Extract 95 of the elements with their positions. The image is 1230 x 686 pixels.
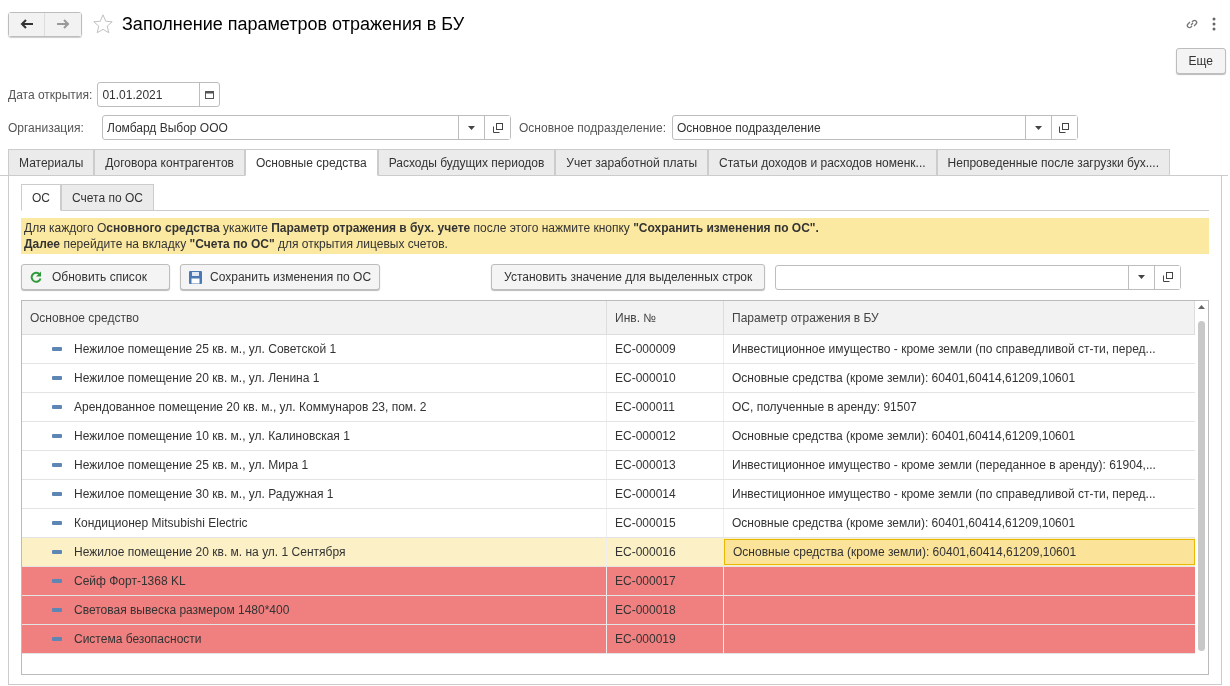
info-text: Для каждого Основного средства укажите Параметр отражения в бух. учете после этого нажмите кнопку "Сохранить изменения по ОС".	[24, 220, 820, 236]
item-icon	[52, 434, 62, 438]
column-header[interactable]: Инв. №	[607, 301, 724, 334]
table-row[interactable]: Арендованное помещение 20 кв. м., ул. Коммунаров 23, пом. 2 ЕС-000011 ОС, полученные в аренду: 91507	[22, 393, 1195, 422]
table-cell-text: Кондиционер Mitsubishi Electric	[74, 515, 248, 532]
left-arrow-icon	[19, 19, 34, 29]
caret-icon	[1035, 125, 1042, 130]
table-cell-text: Инвестиционное имущество - кроме земли (по справедливой ст-ти, перед...	[731, 341, 1157, 358]
open-window-icon	[1059, 122, 1070, 133]
item-icon	[52, 579, 62, 583]
tab[interactable]: ОС	[21, 184, 61, 211]
table-row[interactable]: Система безопасности ЕС-000019	[22, 625, 1195, 654]
table-cell-text: Световая вывеска размером 1480*400	[74, 602, 290, 619]
item-icon	[52, 521, 62, 525]
open-button[interactable]	[1154, 265, 1181, 289]
table-cell-text: ЕС-000019	[615, 631, 676, 648]
tab[interactable]: Расходы будущих периодов	[377, 149, 556, 176]
table-row[interactable]: Нежилое помещение 20 кв. м., ул. Ленина 1 ЕС-000010 Основные средства (кроме земли): 60401,60414,61209,10601	[22, 364, 1195, 393]
open-button[interactable]	[484, 116, 510, 139]
table-row[interactable]: Нежилое помещение 25 кв. м., ул. Советской 1 ЕС-000009 Инвестиционное имущество - кроме земли (по справедливой ст-ти, перед...	[22, 335, 1195, 364]
caret-icon	[468, 125, 475, 130]
field-label: Дата открытия:	[8, 86, 93, 104]
more-button[interactable]: Еще	[1175, 48, 1226, 74]
table-cell-text: Нежилое помещение 20 кв. м. на ул. 1 Сентября	[74, 544, 346, 561]
table-cell-text: Нежилое помещение 10 кв. м., ул. Калиновская 1	[74, 428, 350, 445]
table-cell-text: Инвестиционное имущество - кроме земли (переданное в аренду): 61904,...	[731, 457, 1157, 474]
item-icon	[52, 550, 62, 554]
back-button[interactable]	[9, 12, 45, 36]
table-cell-text: Нежилое помещение 20 кв. м., ул. Ленина 1	[74, 370, 320, 387]
table-cell-text: ЕС-000016	[615, 544, 676, 561]
right-arrow-icon	[56, 19, 70, 29]
set-value-button[interactable]: Установить значение для выделенных строк	[491, 264, 766, 290]
calendar-icon	[205, 90, 215, 99]
item-icon	[52, 405, 62, 409]
table-cell-text: Основные средства (кроме земли): 60401,60414,61209,10601	[731, 370, 1077, 387]
table-row[interactable]: Нежилое помещение 20 кв. м. на ул. 1 Сентября ЕС-000016 Основные средства (кроме земли): 60401,60414,61209,10601	[22, 538, 1195, 567]
organization-field[interactable]: Ломбард Выбор ООО	[102, 115, 511, 140]
field-label: Организация:	[8, 119, 85, 137]
table-cell-text: ЕС-000014	[615, 486, 676, 503]
table-row[interactable]: Сейф Форт-1368 KL ЕС-000017	[22, 567, 1195, 596]
table-row[interactable]: Кондиционер Mitsubishi Electric ЕС-000015 Основные средства (кроме земли): 60401,60414,61209,10601	[22, 509, 1195, 538]
open-window-icon	[492, 122, 503, 133]
table-cell-text: ЕС-000017	[615, 573, 676, 590]
item-icon	[52, 376, 62, 380]
open-window-icon	[1162, 272, 1173, 282]
date-field[interactable]: 01.01.2021	[97, 82, 221, 107]
scroll-up-icon	[1198, 305, 1205, 309]
tab[interactable]: Основные средства	[244, 149, 378, 176]
scroll-thumb[interactable]	[1198, 321, 1205, 651]
item-icon	[52, 492, 62, 496]
tab[interactable]: Материалы	[8, 149, 95, 176]
table-cell-text: ЕС-000009	[615, 341, 676, 358]
table-cell-text: ЕС-000013	[615, 457, 676, 474]
tab[interactable]: Договора контрагентов	[94, 149, 245, 176]
table-cell-text: Нежилое помещение 30 кв. м., ул. Радужная 1	[74, 486, 334, 503]
item-icon	[52, 463, 62, 467]
table-cell-text: ЕС-000015	[615, 515, 676, 532]
item-icon	[52, 347, 62, 351]
table-cell[interactable]: Основные средства (кроме земли): 60401,60414,61209,10601	[724, 539, 1195, 565]
tab[interactable]: Счета по ОС	[61, 184, 154, 211]
table-cell-text: ЕС-000018	[615, 602, 676, 619]
table-cell-text: ЕС-000012	[615, 428, 676, 445]
item-icon	[52, 637, 62, 641]
table-cell-text: Нежилое помещение 25 кв. м., ул. Мира 1	[74, 457, 309, 474]
table-cell-text: Основные средства (кроме земли): 60401,60414,61209,10601	[731, 515, 1077, 532]
table-cell-text: Система безопасности	[74, 631, 202, 648]
refresh-button[interactable]: Обновить список	[21, 264, 170, 290]
table-row[interactable]: Нежилое помещение 10 кв. м., ул. Калиновская 1 ЕС-000012 Основные средства (кроме земли): 60401,60414,61209,10601	[22, 422, 1195, 451]
table-row[interactable]: Световая вывеска размером 1480*400 ЕС-000018	[22, 596, 1195, 625]
star-icon[interactable]	[92, 13, 114, 35]
save-button[interactable]: Сохранить изменения по ОС	[180, 264, 381, 290]
tab[interactable]: Учет заработной платы	[555, 149, 708, 176]
table-cell-text: ОС, полученные в аренду: 91507	[731, 399, 918, 416]
table-cell-text: ЕС-000011	[615, 399, 675, 416]
info-text: Далее перейдите на вкладку "Счета по ОС" для открытия лицевых счетов.	[24, 236, 449, 252]
table-cell-text: Сейф Форт-1368 KL	[74, 573, 186, 590]
table-row[interactable]: Нежилое помещение 30 кв. м., ул. Радужная 1 ЕС-000014 Инвестиционное имущество - кроме земли (по справедливой ст-ти, перед...	[22, 480, 1195, 509]
tab[interactable]: Непроведенные после загрузки бух....	[936, 149, 1170, 176]
table-row[interactable]: Нежилое помещение 25 кв. м., ул. Мира 1 ЕС-000013 Инвестиционное имущество - кроме земли (переданное в аренду): 61904,...	[22, 451, 1195, 480]
division-field[interactable]: Основное подразделение	[672, 115, 1078, 140]
table-cell-text: Основные средства (кроме земли): 60401,60414,61209,10601	[731, 428, 1077, 445]
refresh-icon	[30, 271, 42, 283]
more-icon[interactable]	[1212, 17, 1216, 31]
open-button[interactable]	[1051, 116, 1077, 139]
table-cell-text: Инвестиционное имущество - кроме земли (по справедливой ст-ти, перед...	[731, 486, 1157, 503]
value-field[interactable]	[775, 264, 1182, 290]
tab[interactable]: Статьи доходов и расходов номенк...	[708, 149, 937, 176]
table-cell-text: Арендованное помещение 20 кв. м., ул. Коммунаров 23, пом. 2	[74, 399, 427, 416]
item-icon	[52, 608, 62, 612]
table-cell-text: Нежилое помещение 25 кв. м., ул. Советской 1	[74, 341, 337, 358]
field-label: Основное подразделение:	[519, 119, 666, 137]
table-cell-text: ЕС-000010	[615, 370, 676, 387]
caret-icon	[1138, 275, 1146, 279]
column-header[interactable]: Основное средство	[22, 301, 607, 334]
window-title: Заполнение параметров отражения в БУ	[122, 12, 465, 36]
